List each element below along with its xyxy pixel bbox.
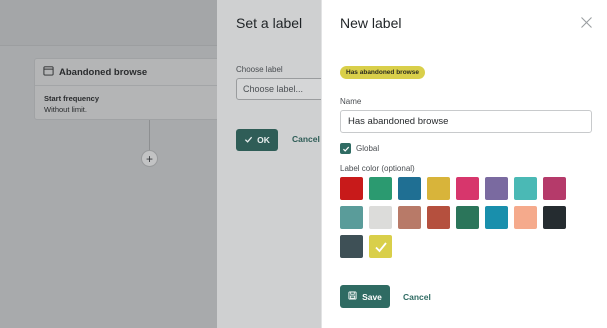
color-swatch[interactable] bbox=[456, 177, 479, 200]
color-swatch[interactable] bbox=[398, 177, 421, 200]
global-checkbox-row[interactable]: Global bbox=[340, 143, 379, 154]
flow-step-subtitle: Start frequency bbox=[44, 94, 100, 103]
color-swatch[interactable] bbox=[485, 206, 508, 229]
set-label-cancel-link[interactable]: Cancel bbox=[292, 134, 320, 144]
save-label: Save bbox=[362, 291, 382, 302]
flow-connector bbox=[149, 120, 150, 150]
color-swatch[interactable] bbox=[514, 177, 537, 200]
flow-step-card[interactable]: Abandoned browse Start frequency Without… bbox=[34, 58, 234, 120]
label-preview-badge: Has abandoned browse bbox=[340, 66, 425, 79]
name-caption: Name bbox=[340, 97, 362, 106]
choose-label-caption: Choose label bbox=[236, 65, 283, 74]
save-icon bbox=[348, 291, 357, 302]
label-color-caption: Label color (optional) bbox=[340, 164, 415, 173]
color-swatch-grid bbox=[340, 177, 568, 258]
label-name-input[interactable] bbox=[340, 110, 592, 133]
save-button[interactable]: Save bbox=[340, 285, 390, 308]
color-swatch[interactable] bbox=[340, 206, 363, 229]
flow-step-body: Start frequency Without limit. bbox=[35, 86, 233, 122]
ok-label: OK bbox=[257, 135, 270, 145]
flow-step-value: Without limit. bbox=[44, 105, 87, 114]
global-checkbox[interactable] bbox=[340, 143, 351, 154]
calendar-icon bbox=[43, 63, 59, 81]
color-swatch[interactable] bbox=[427, 177, 450, 200]
drawer-title: New label bbox=[340, 15, 402, 31]
choose-label-select[interactable]: Choose label... bbox=[236, 78, 321, 100]
drawer-cancel-link[interactable]: Cancel bbox=[403, 292, 431, 302]
color-swatch[interactable] bbox=[369, 206, 392, 229]
color-swatch[interactable] bbox=[543, 206, 566, 229]
flow-step-title: Abandoned browse bbox=[59, 66, 148, 78]
check-icon bbox=[244, 135, 253, 146]
color-swatch[interactable] bbox=[398, 206, 421, 229]
add-step-button[interactable]: + bbox=[141, 150, 158, 167]
color-swatch[interactable] bbox=[514, 206, 537, 229]
color-swatch[interactable] bbox=[369, 177, 392, 200]
color-swatch[interactable] bbox=[543, 177, 566, 200]
ok-button[interactable]: OK bbox=[236, 129, 278, 151]
set-label-title: Set a label bbox=[236, 15, 303, 31]
color-swatch[interactable] bbox=[340, 235, 363, 258]
color-swatch[interactable] bbox=[456, 206, 479, 229]
flow-step-header: Abandoned browse bbox=[35, 59, 233, 86]
color-swatch[interactable] bbox=[340, 177, 363, 200]
color-swatch[interactable] bbox=[427, 206, 450, 229]
color-swatch[interactable] bbox=[369, 235, 392, 258]
new-label-drawer: New label Has abandoned browse Name Glob… bbox=[321, 0, 607, 328]
set-label-panel: Set a label Choose label Choose label...… bbox=[217, 0, 321, 328]
close-icon[interactable] bbox=[580, 16, 593, 29]
check-icon bbox=[374, 241, 387, 252]
plus-icon: + bbox=[145, 151, 153, 166]
color-swatch[interactable] bbox=[485, 177, 508, 200]
global-label: Global bbox=[356, 144, 380, 153]
